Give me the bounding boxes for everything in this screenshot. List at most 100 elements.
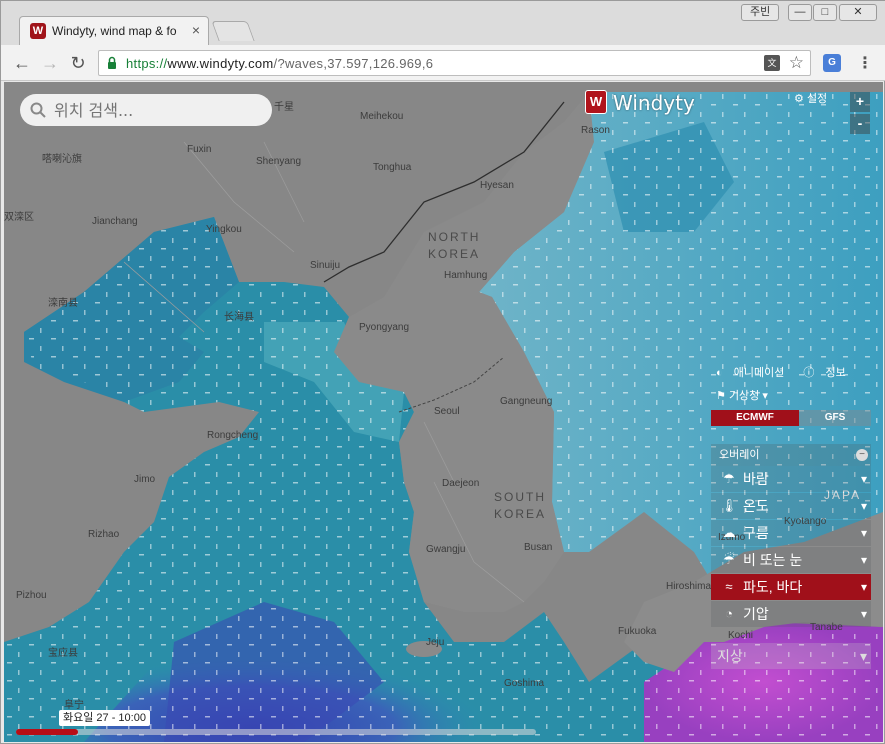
model-tab-gfs[interactable]: GFS <box>799 410 871 426</box>
overlay-list: ☂ 바람 ▾ 🌡 온도 ▾ ☁ 구름 ▾ ☔ 비 또는 눈 ▾ ≈ 파도, 바다 ▾ ◔ 기압 ▾ <box>711 466 871 627</box>
info-toggle[interactable]: ⓘ 정보 <box>803 367 853 379</box>
extension-icon[interactable]: G <box>823 54 841 72</box>
overlay-item[interactable]: ☁ 구름 ▾ <box>711 520 871 546</box>
overlay-item[interactable]: ☔ 비 또는 눈 ▾ <box>711 547 871 573</box>
play-icon: ◐ <box>716 367 723 379</box>
place-label: 阜宁 <box>64 700 84 711</box>
place-label: 千星 <box>274 102 294 113</box>
chevron-down-icon: ▾ <box>859 648 867 664</box>
place-label: 滦南县 <box>48 298 78 309</box>
chevron-down-icon[interactable]: ▾ <box>861 520 867 546</box>
url-path: /?waves,37.597,126.969,6 <box>273 56 434 71</box>
profile-button[interactable]: 주빈 <box>741 4 780 21</box>
overlay-label: 비 또는 눈 <box>743 552 803 568</box>
place-label: Jeju <box>426 637 445 648</box>
location-search[interactable] <box>20 94 272 126</box>
place-label: Busan <box>524 542 553 553</box>
bookmark-star-icon[interactable]: ☆ <box>789 53 804 73</box>
place-label: 嗒喇沁旗 <box>42 154 82 165</box>
model-tab-ecmwf[interactable]: ECMWF <box>711 410 799 426</box>
place-label: 双滦区 <box>4 212 34 223</box>
overlay-item[interactable]: ☂ 바람 ▾ <box>711 466 871 492</box>
place-label: Seoul <box>434 406 460 417</box>
overlay-item[interactable]: ◔ 기압 ▾ <box>711 601 871 627</box>
info-label: 정보 <box>825 367 846 379</box>
url-text: https://www.windyty.com/?waves,37.597,12… <box>126 56 433 71</box>
place-label: Hyesan <box>480 180 514 191</box>
place-label: Pizhou <box>16 590 47 601</box>
overlay-icon: ≈ <box>725 579 733 594</box>
overlay-icon: ☂ <box>723 471 735 486</box>
title-bar: W Windyty, wind map & fo × 주빈 — □ ✕ <box>1 1 885 45</box>
tab-windyty[interactable]: W Windyty, wind map & fo × <box>19 16 209 45</box>
animation-toggle[interactable]: ◐ 애니메이션 <box>716 367 792 379</box>
overlay-label: 구름 <box>743 525 769 541</box>
maximize-button[interactable]: □ <box>813 4 837 21</box>
url-scheme: https:// <box>126 56 168 71</box>
zoom-out-button[interactable]: - <box>850 114 870 134</box>
place-label: Yingkou <box>206 224 242 235</box>
place-label: 长海县 <box>224 312 254 323</box>
chevron-down-icon[interactable]: ▾ <box>861 547 867 573</box>
place-label: Rongcheng <box>207 430 259 441</box>
browser-toolbar: ← → ↻ https://www.windyty.com/?waves,37.… <box>1 45 885 81</box>
place-label: Jimo <box>134 474 156 485</box>
place-label: Meihekou <box>360 111 404 122</box>
place-label: Gangneung <box>500 396 553 407</box>
logo-text: Windyty <box>613 91 695 115</box>
source-label: 기상청 <box>728 390 760 402</box>
reload-icon[interactable]: ↻ <box>67 52 89 74</box>
timeline-bar[interactable] <box>16 729 536 735</box>
forward-arrow-icon[interactable]: → <box>39 52 61 74</box>
info-icon: ⓘ <box>803 367 815 379</box>
zoom-in-button[interactable]: + <box>850 92 870 112</box>
source-selector[interactable]: ⚑ 기상청 ▾ <box>716 387 768 403</box>
time-label: 화요일 27 - 10:00 <box>59 710 150 726</box>
overlay-header-label: 오버레이 <box>719 449 760 461</box>
overlay-menu: 오버레이 − ☂ 바람 ▾ 🌡 온도 ▾ ☁ 구름 ▾ ☔ 비 또는 눈 ▾ ≈ 파도, 바다 ▾ ◔ 기압 ▾ … <box>711 444 871 669</box>
place-label: SOUTH <box>494 490 546 504</box>
weather-map[interactable]: 千星 Meihekou Fuxin Shenyang Tonghua 嗒喇沁旗 Hyesan… <box>4 82 883 742</box>
collapse-icon[interactable]: − <box>856 449 868 461</box>
url-host: www.windyty.com <box>167 56 274 71</box>
place-label: 宝应县 <box>48 648 78 659</box>
level-label: 지상 <box>717 648 743 664</box>
chevron-down-icon[interactable]: ▾ <box>861 574 867 600</box>
minimize-button[interactable]: — <box>788 4 812 21</box>
place-label: Hiroshima <box>666 581 712 592</box>
menu-dots-icon[interactable]: ⋮ <box>857 53 873 73</box>
place-label: Hamhung <box>444 270 488 281</box>
place-label: Pyongyang <box>359 322 410 333</box>
overlay-icon: 🌡 <box>720 498 738 513</box>
place-label: Jianchang <box>92 216 138 227</box>
flag-icon: ⚑ <box>716 390 726 402</box>
place-label: Daejeon <box>442 478 480 489</box>
place-label: Rizhao <box>88 529 120 540</box>
overlay-label: 온도 <box>743 498 769 514</box>
overlay-label: 바람 <box>743 471 769 487</box>
overlay-item[interactable]: ≈ 파도, 바다 ▾ <box>711 574 871 600</box>
address-bar[interactable]: https://www.windyty.com/?waves,37.597,12… <box>98 50 811 76</box>
overlay-item[interactable]: 🌡 온도 ▾ <box>711 493 871 519</box>
gear-icon: ⚙ <box>794 93 804 105</box>
chevron-down-icon[interactable]: ▾ <box>861 466 867 492</box>
overlay-label: 기압 <box>743 606 769 622</box>
search-input[interactable] <box>54 99 259 121</box>
close-window-button[interactable]: ✕ <box>839 4 877 21</box>
chevron-down-icon[interactable]: ▾ <box>861 601 867 627</box>
place-label: Gwangju <box>426 544 466 555</box>
overlay-icon: ☔ <box>723 552 735 567</box>
translate-icon[interactable]: 文 <box>764 55 780 71</box>
level-selector[interactable]: 지상 ▾ <box>711 643 871 669</box>
back-arrow-icon[interactable]: ← <box>11 52 33 74</box>
settings-button[interactable]: ⚙ 설정 <box>794 90 827 106</box>
chevron-down-icon[interactable]: ▾ <box>861 493 867 519</box>
timeline-progress <box>16 729 79 735</box>
chevron-down-icon: ▾ <box>762 390 768 402</box>
overlay-icon: ☁ <box>722 525 736 540</box>
browser-window: W Windyty, wind map & fo × 주빈 — □ ✕ ← → … <box>0 0 885 744</box>
settings-label: 설정 <box>806 93 828 105</box>
new-tab-button[interactable] <box>211 21 255 41</box>
tab-close-icon[interactable]: × <box>192 22 200 38</box>
tab-title: Windyty, wind map & fo <box>52 24 177 38</box>
